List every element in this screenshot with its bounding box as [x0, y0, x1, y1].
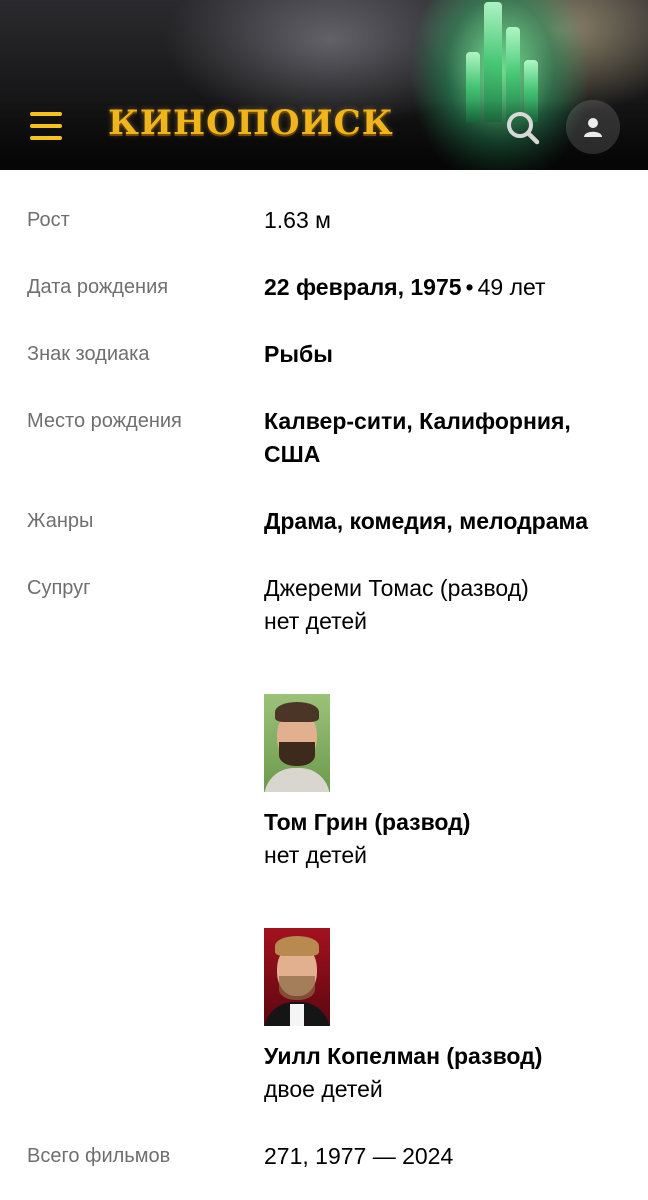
spouse-children: нет детей	[264, 842, 368, 868]
detail-label: Супруг	[27, 577, 91, 599]
spouse-children: нет детей	[264, 608, 368, 634]
zodiac-link[interactable]: Рыбы	[264, 338, 621, 371]
app-header: КИНОПОИСК	[0, 0, 648, 170]
birth-date-link[interactable]: 22 февраля, 1975	[264, 274, 462, 300]
age-value: 49 лет	[477, 274, 546, 300]
user-icon	[584, 118, 602, 137]
detail-label: Знак зодиака	[27, 343, 150, 365]
spouse-children: двое детей	[264, 1076, 383, 1102]
logo[interactable]: КИНОПОИСК	[108, 103, 394, 143]
genres-links[interactable]: Драма, комедия, мелодрама	[264, 505, 621, 538]
spouse-item: Уилл Копелман (развод) двое детей	[264, 928, 621, 1106]
birth-date-value: 22 февраля, 1975 • 49 лет	[264, 271, 621, 304]
spouse-name: Джереми Томас (развод)	[264, 575, 529, 601]
spouse-photo[interactable]	[264, 928, 330, 1026]
separator-dot: •	[465, 274, 474, 300]
detail-row-zodiac: Знак зодиака Рыбы	[27, 304, 621, 371]
spouse-item: Том Грин (развод) нет детей	[264, 694, 621, 872]
detail-label: Жанры	[27, 510, 94, 532]
detail-label: Место рождения	[27, 410, 182, 432]
detail-row-birth-date: Дата рождения 22 февраля, 1975 • 49 лет	[27, 237, 621, 304]
detail-row-genres: Жанры Драма, комедия, мелодрама	[27, 471, 621, 538]
birth-place-country-link[interactable]: США	[264, 438, 621, 471]
detail-row-birth-place: Место рождения Калвер-сити, Калифорния, …	[27, 371, 621, 471]
detail-row-height: Рост 1.63 м	[27, 170, 621, 237]
search-icon[interactable]	[505, 110, 541, 146]
birth-place-value: Калвер-сити, Калифорния, США	[264, 405, 621, 471]
spouse-photo[interactable]	[264, 694, 330, 792]
detail-row-films: Всего фильмов 271, 1977 — 2024	[27, 1106, 621, 1173]
films-value[interactable]: 271, 1977 — 2024	[264, 1140, 621, 1173]
spouse-item: Джереми Томас (развод) нет детей	[264, 572, 621, 638]
user-profile-button[interactable]	[566, 100, 620, 154]
spouse-name-link[interactable]: Уилл Копелман (развод)	[264, 1040, 621, 1073]
detail-row-spouse: Супруг Джереми Томас (развод) нет детей …	[27, 538, 621, 1106]
spouse-name-link[interactable]: Том Грин (развод)	[264, 806, 621, 839]
detail-label: Дата рождения	[27, 276, 169, 298]
detail-label: Рост	[27, 209, 70, 231]
person-details: Рост 1.63 м Дата рождения 22 февраля, 19…	[0, 170, 648, 1173]
birth-place-link[interactable]: Калвер-сити, Калифорния,	[264, 405, 621, 438]
height-value: 1.63 м	[264, 207, 331, 233]
spouse-list: Джереми Томас (развод) нет детей Том Гри…	[264, 572, 621, 1106]
hamburger-menu-icon[interactable]	[30, 112, 62, 140]
detail-label: Всего фильмов	[27, 1145, 171, 1167]
